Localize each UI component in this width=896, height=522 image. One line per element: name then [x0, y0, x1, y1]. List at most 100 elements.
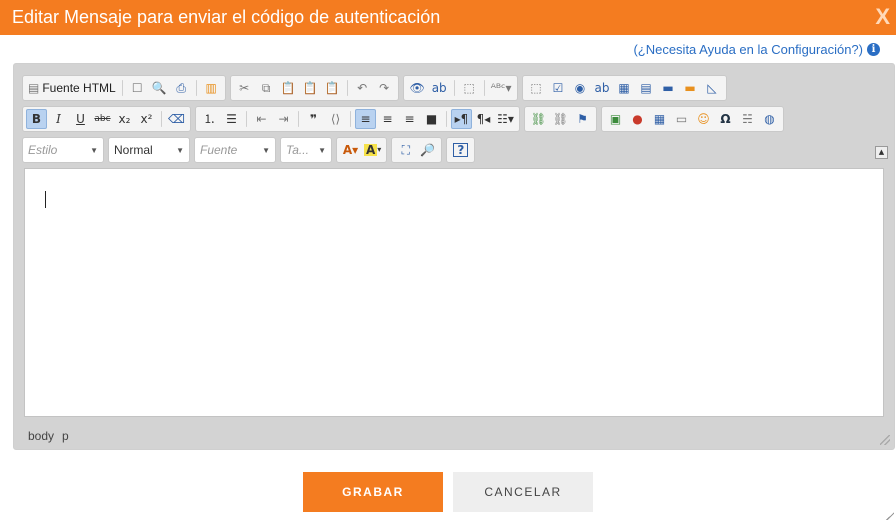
- dialog-resize-icon[interactable]: [886, 512, 894, 520]
- bold-button[interactable]: B: [26, 109, 47, 129]
- page-break-button[interactable]: ☵: [737, 109, 758, 129]
- cut-button[interactable]: ✂: [234, 78, 255, 98]
- language-button[interactable]: ☷▾: [495, 109, 516, 129]
- omega-icon: Ω: [720, 112, 731, 126]
- style-select[interactable]: Estilo ▼: [22, 137, 104, 163]
- format-select-value: Normal: [114, 143, 153, 157]
- path-item-p[interactable]: p: [62, 429, 69, 443]
- chevron-down-icon: ▼: [90, 145, 98, 155]
- spellcheck-icon: ᴬᴮᶜ▾: [490, 81, 512, 95]
- checkbox-button[interactable]: ☑: [548, 78, 569, 98]
- paste-word-button[interactable]: 📋: [322, 78, 343, 98]
- help-link-text[interactable]: (¿Necesita Ayuda en la Configuración?): [633, 42, 863, 57]
- new-page-button[interactable]: ☐: [127, 78, 148, 98]
- toolbar-separator: [121, 80, 123, 96]
- size-select[interactable]: Ta... ▼: [280, 137, 332, 163]
- align-left-button[interactable]: ≡: [355, 109, 376, 129]
- bulleted-list-icon: ☰: [226, 112, 237, 126]
- flag-icon: ⚑: [577, 112, 588, 126]
- preview-button[interactable]: 🔍: [149, 78, 170, 98]
- format-select[interactable]: Normal ▼: [108, 137, 190, 163]
- align-right-button[interactable]: ≡: [399, 109, 420, 129]
- cancel-button[interactable]: CANCELAR: [453, 472, 593, 512]
- image-button-button[interactable]: ▬: [680, 78, 701, 98]
- underline-button[interactable]: U: [70, 109, 91, 129]
- rtl-button[interactable]: ¶◂: [473, 109, 494, 129]
- close-icon[interactable]: X: [875, 0, 890, 33]
- select-all-button[interactable]: ⬚: [459, 78, 480, 98]
- justify-button[interactable]: ■: [421, 109, 442, 129]
- ltr-button[interactable]: ▸¶: [451, 109, 472, 129]
- paste-button[interactable]: 📋: [278, 78, 299, 98]
- help-link[interactable]: (¿Necesita Ayuda en la Configuración?) i: [633, 40, 880, 58]
- textfield-button[interactable]: ab: [592, 78, 613, 98]
- flash-button[interactable]: ●: [627, 109, 648, 129]
- templates-button[interactable]: ▥: [201, 78, 222, 98]
- save-button[interactable]: GRABAR: [303, 472, 443, 512]
- toolbar-separator: [453, 80, 455, 96]
- source-button[interactable]: ▤ Fuente HTML: [26, 78, 118, 98]
- link-button[interactable]: ⛓: [528, 109, 549, 129]
- numbered-list-button[interactable]: ⒈: [199, 109, 220, 129]
- smiley-button[interactable]: ☺: [693, 109, 714, 129]
- iframe-button[interactable]: ◍: [759, 109, 780, 129]
- form-button[interactable]: ⬚: [526, 78, 547, 98]
- justify-icon: ■: [425, 112, 438, 126]
- select-all-icon: ⬚: [463, 81, 475, 95]
- collapse-toolbar-button[interactable]: ▲: [875, 146, 888, 159]
- source-icon: ▤: [28, 81, 40, 95]
- undo-button[interactable]: ↶: [352, 78, 373, 98]
- select-field-button[interactable]: ▤: [636, 78, 657, 98]
- subscript-button[interactable]: x₂: [114, 109, 135, 129]
- print-button[interactable]: ⎙: [171, 78, 192, 98]
- show-blocks-button[interactable]: 🔎: [417, 140, 438, 160]
- replace-icon: ab: [431, 81, 447, 95]
- form-button-button[interactable]: ▬: [658, 78, 679, 98]
- redo-button[interactable]: ↷: [374, 78, 395, 98]
- path-item-body[interactable]: body: [28, 429, 54, 443]
- find-button[interactable]: 👁: [407, 78, 428, 98]
- div-button[interactable]: ⟨⟩: [325, 109, 346, 129]
- outdent-icon: ⇤: [256, 112, 267, 126]
- superscript-button[interactable]: x²: [136, 109, 157, 129]
- copy-button[interactable]: ⧉: [256, 78, 277, 98]
- remove-format-button[interactable]: ⌫: [166, 109, 187, 129]
- font-select[interactable]: Fuente ▼: [194, 137, 276, 163]
- help-icon: ?: [453, 143, 469, 157]
- image-button[interactable]: ▣: [605, 109, 626, 129]
- textarea-button[interactable]: ▦: [614, 78, 635, 98]
- horizontal-rule-button[interactable]: ▭: [671, 109, 692, 129]
- strike-button[interactable]: abc: [92, 109, 113, 129]
- bulleted-list-button[interactable]: ☰: [221, 109, 242, 129]
- text-color-button[interactable]: A▾: [340, 140, 361, 160]
- toolbar-separator: [346, 80, 348, 96]
- hidden-field-icon: ◺: [707, 81, 717, 95]
- align-center-button[interactable]: ≡: [377, 109, 398, 129]
- outdent-button[interactable]: ⇤: [251, 109, 272, 129]
- maximize-button[interactable]: ⛶: [395, 140, 416, 160]
- toolbar-separator: [483, 80, 485, 96]
- paste-text-button[interactable]: 📋: [300, 78, 321, 98]
- text-caret: [45, 191, 46, 208]
- editor-content-area[interactable]: [24, 168, 884, 417]
- spellcheck-button[interactable]: ᴬᴮᶜ▾: [489, 78, 514, 98]
- anchor-button[interactable]: ⚑: [572, 109, 593, 129]
- info-icon[interactable]: i: [867, 42, 880, 56]
- blockquote-button[interactable]: ❞: [303, 109, 324, 129]
- radio-button[interactable]: ◉: [570, 78, 591, 98]
- about-button[interactable]: ?: [450, 140, 471, 160]
- replace-button[interactable]: ab: [429, 78, 450, 98]
- image-icon: ▣: [609, 112, 622, 126]
- special-char-button[interactable]: Ω: [715, 109, 736, 129]
- text-color-icon: A▾: [342, 143, 359, 157]
- italic-button[interactable]: I: [48, 109, 69, 129]
- indent-button[interactable]: ⇥: [273, 109, 294, 129]
- bg-color-button[interactable]: A ▾: [362, 140, 383, 160]
- underline-icon: U: [76, 112, 85, 126]
- unlink-button[interactable]: ⛓: [550, 109, 571, 129]
- table-button[interactable]: ▦: [649, 109, 670, 129]
- language-icon: ☷▾: [497, 112, 514, 126]
- hidden-field-button[interactable]: ◺: [702, 78, 723, 98]
- show-blocks-icon: 🔎: [420, 143, 436, 157]
- resize-grip-icon[interactable]: [880, 435, 890, 445]
